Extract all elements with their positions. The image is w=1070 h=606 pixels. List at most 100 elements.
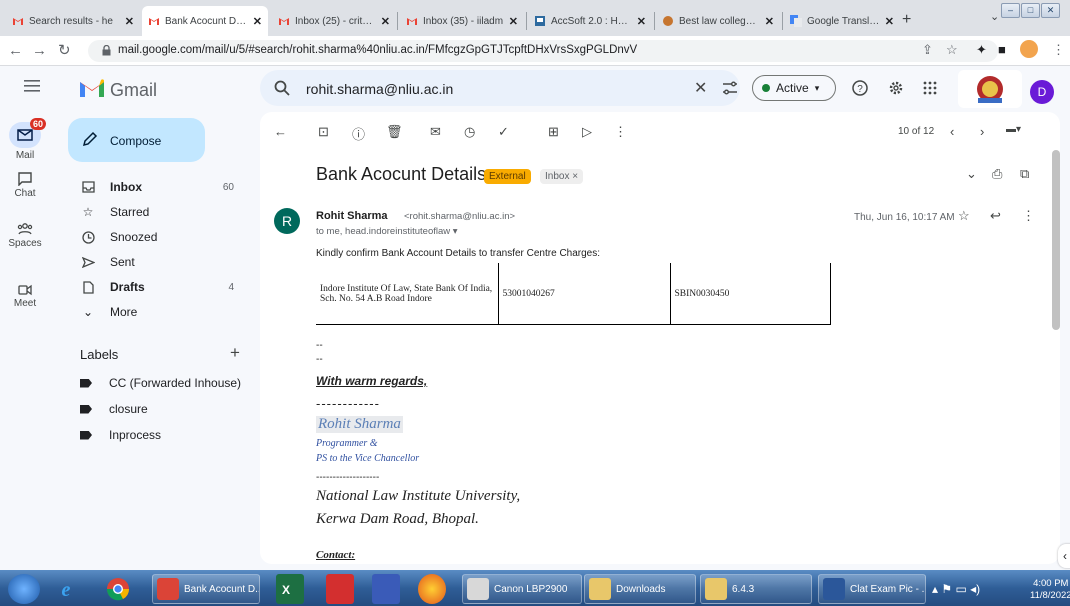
lock-icon[interactable] (102, 45, 111, 56)
recipients-dropdown[interactable]: to me, head.indoreinstituteoflaw ▾ (316, 226, 458, 237)
main-menu-icon[interactable] (24, 80, 40, 92)
close-icon[interactable]: ✕ (381, 15, 390, 28)
account-name-cell: Indore Institute Of Law, State Bank Of I… (316, 263, 498, 325)
profile-avatar-icon[interactable] (1020, 40, 1038, 58)
label-closure[interactable]: closure (80, 402, 148, 416)
open-new-window-icon[interactable]: ⧉ (1020, 166, 1029, 182)
mark-unread-icon[interactable]: ✉ (430, 124, 441, 140)
taskbar-clock[interactable]: 4:00 PM 11/8/2022 (1030, 578, 1070, 602)
reply-icon[interactable]: ↩ (990, 208, 1001, 224)
rail-chat[interactable]: Chat (0, 172, 50, 199)
nav-inbox[interactable]: Inbox 60 (80, 176, 240, 198)
extensions-icon[interactable]: ✦ (976, 42, 987, 58)
tab-divider (782, 12, 783, 30)
start-button[interactable] (8, 574, 40, 604)
share-icon[interactable]: ⇪ (922, 42, 933, 58)
rail-meet[interactable]: Meet (0, 284, 50, 309)
new-tab-button[interactable]: + (902, 12, 911, 28)
windows-journal-icon[interactable] (372, 574, 400, 604)
system-tray[interactable]: ▴ ⚑ ▭ ◂) (932, 582, 980, 596)
newer-message-icon[interactable]: ‹ (950, 124, 954, 139)
side-panel-icon[interactable]: ■ (998, 42, 1006, 57)
status-dropdown[interactable]: Active ▾ (752, 75, 836, 101)
input-tools-icon[interactable]: ▬▾ (1006, 124, 1021, 135)
bookmark-star-icon[interactable]: ☆ (946, 42, 958, 58)
clear-search-icon[interactable]: ✕ (694, 78, 707, 98)
move-to-icon[interactable]: ⊞ (548, 124, 559, 140)
tab-law-college[interactable]: Best law college|Gv ✕ (656, 6, 780, 36)
close-icon[interactable]: ✕ (509, 15, 518, 28)
tab-bank-account[interactable]: Bank Acocunt Deta ✕ (142, 6, 268, 36)
minimize-button[interactable]: – (1001, 3, 1020, 18)
message-more-icon[interactable]: ⋮ (1022, 208, 1035, 224)
close-icon[interactable]: ✕ (637, 15, 646, 28)
search-icon[interactable] (274, 80, 290, 96)
star-message-icon[interactable]: ☆ (958, 208, 970, 224)
tab-search-dropdown[interactable]: ⌄ (990, 10, 999, 23)
acrobat-icon[interactable] (326, 574, 354, 604)
excel-icon[interactable]: X (276, 574, 304, 604)
forward-icon[interactable]: → (32, 43, 47, 58)
gmail-wordmark[interactable]: Gmail (110, 80, 157, 101)
url-text[interactable]: mail.google.com/mail/u/5/#search/rohit.s… (118, 44, 637, 56)
create-label-button[interactable]: + (230, 343, 240, 363)
close-icon[interactable]: ✕ (885, 15, 894, 28)
taskbar-word-window[interactable]: Clat Exam Pic - ... (818, 574, 926, 604)
apps-grid-icon[interactable] (922, 80, 938, 96)
back-to-search-icon[interactable]: ← (274, 124, 287, 139)
close-window-button[interactable]: ✕ (1041, 3, 1060, 18)
close-icon[interactable]: ✕ (765, 15, 774, 28)
taskbar-downloads-folder[interactable]: Downloads (584, 574, 696, 604)
help-icon[interactable]: ? (852, 80, 868, 96)
archive-icon[interactable]: ⊡ (318, 124, 329, 140)
search-options-icon[interactable] (722, 80, 738, 96)
nav-sent[interactable]: Sent (80, 251, 240, 273)
internet-explorer-icon[interactable]: e (52, 574, 80, 604)
tab-search-results[interactable]: Search results - he ✕ (6, 6, 140, 36)
reload-icon[interactable]: ↻ (58, 43, 71, 58)
sender-name[interactable]: Rohit Sharma (316, 210, 388, 222)
add-task-icon[interactable]: ✓ (498, 124, 509, 140)
more-options-icon[interactable]: ⋮ (614, 124, 627, 140)
maximize-button[interactable]: □ (1021, 3, 1040, 18)
label-icon (80, 430, 92, 440)
delete-icon[interactable]: 🗑 (386, 124, 403, 140)
chrome-icon[interactable] (104, 574, 132, 604)
sender-avatar[interactable]: R (274, 208, 300, 234)
side-panel-toggle[interactable]: ‹ (1058, 544, 1070, 568)
tab-inbox-criteria[interactable]: Inbox (25) - criteria ✕ (272, 6, 396, 36)
search-input[interactable]: rohit.sharma@nliu.ac.in (306, 81, 453, 97)
close-icon[interactable]: ✕ (125, 15, 134, 28)
close-icon[interactable]: ✕ (253, 15, 262, 28)
nav-starred[interactable]: ☆ Starred (80, 201, 240, 223)
report-spam-icon[interactable]: ⓘ (352, 124, 365, 143)
message-date: Thu, Jun 16, 10:17 AM (854, 212, 955, 223)
taskbar-folder-643[interactable]: 6.4.3 (700, 574, 812, 604)
label-cc-forwarded[interactable]: CC (Forwarded Inhouse) (80, 376, 241, 390)
label-inprocess[interactable]: Inprocess (80, 428, 161, 442)
inbox-label-chip[interactable]: Inbox × (540, 169, 584, 184)
gmail-logo-icon[interactable] (80, 79, 104, 97)
nav-more[interactable]: ⌄ More (80, 301, 240, 323)
chat-icon (18, 172, 32, 186)
snooze-icon[interactable]: ◷ (464, 124, 475, 140)
taskbar-printer-window[interactable]: Canon LBP2900 (462, 574, 582, 604)
back-icon[interactable]: ← (8, 43, 23, 58)
browser-menu-icon[interactable]: ⋮ (1052, 42, 1065, 58)
tab-google-translate[interactable]: Google Translate ✕ (784, 6, 900, 36)
message-scrollbar[interactable] (1052, 150, 1060, 330)
settings-gear-icon[interactable] (888, 80, 904, 96)
taskbar-chrome-window[interactable]: Bank Acocunt D... (152, 574, 260, 604)
rail-spaces[interactable]: Spaces (0, 222, 50, 249)
expand-all-icon[interactable]: ⌄ (966, 166, 977, 182)
nav-snoozed[interactable]: Snoozed (80, 226, 240, 248)
print-icon[interactable]: ⎙ (992, 166, 1002, 182)
tab-inbox-iiladm[interactable]: Inbox (35) - iiladm ✕ (400, 6, 524, 36)
nav-drafts[interactable]: Drafts 4 (80, 276, 240, 298)
label-as-icon[interactable]: ▷ (582, 124, 592, 140)
older-message-icon[interactable]: › (980, 124, 984, 139)
firefox-icon[interactable] (418, 574, 446, 604)
organization-logo[interactable] (958, 70, 1022, 108)
account-avatar[interactable]: D (1030, 80, 1054, 104)
tab-accsoft[interactable]: AccSoft 2.0 : Home ✕ (528, 6, 652, 36)
